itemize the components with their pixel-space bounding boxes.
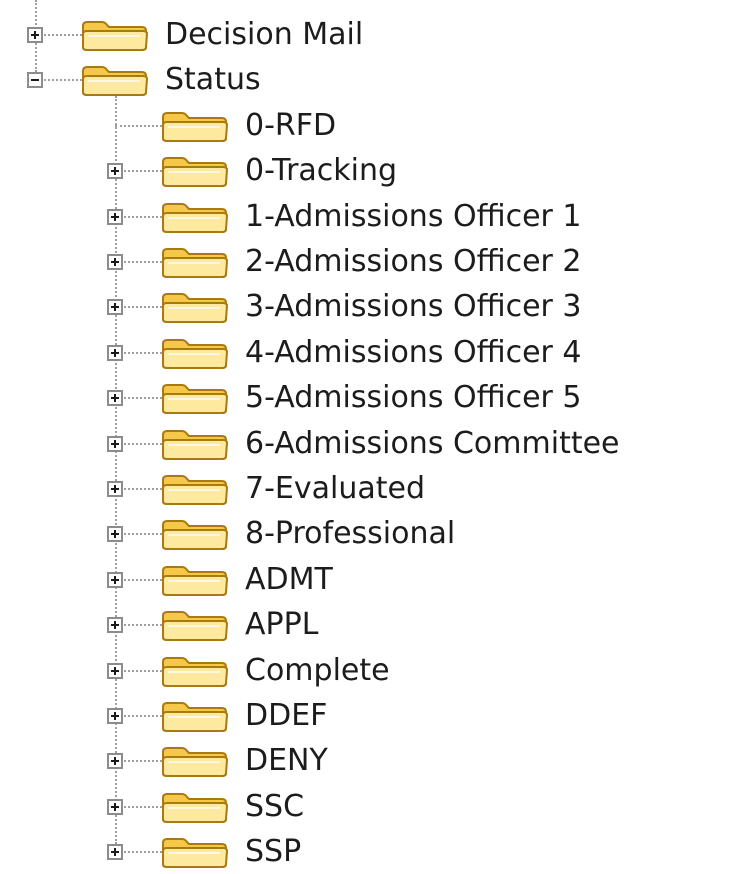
expand-plus-icon[interactable]	[107, 299, 123, 316]
tree-node-label[interactable]: 8-Professional	[245, 512, 455, 556]
tree-node-label[interactable]: Decision Mail	[165, 13, 363, 57]
expand-plus-icon[interactable]	[107, 844, 123, 861]
tree-node-6-admissions-committee[interactable]: 6-Admissions Committee	[0, 422, 738, 466]
folder-tree: Decision Mail Status 0-RFD 0-Tracking 1-Admi…	[0, 0, 738, 869]
tree-node-label[interactable]: Status	[165, 58, 261, 102]
tree-node-label[interactable]: 6-Admissions Committee	[245, 422, 620, 466]
tree-node-0-tracking[interactable]: 0-Tracking	[0, 149, 738, 193]
tree-connector-line	[124, 669, 162, 672]
tree-connector-line	[124, 578, 162, 581]
expand-plus-icon[interactable]	[107, 708, 123, 724]
tree-node-label[interactable]: 5-Admissions Officer 5	[245, 376, 582, 420]
tree-connector-line	[124, 488, 162, 490]
tree-node-1-admissions-officer-1[interactable]: 1-Admissions Officer 1	[0, 195, 738, 239]
tree-node-ddef[interactable]: DDEF	[0, 694, 738, 738]
folder-icon[interactable]	[160, 608, 230, 642]
expand-plus-icon[interactable]	[107, 571, 123, 588]
tree-node-label[interactable]: 3-Admissions Officer 3	[245, 285, 582, 329]
tree-node-ssc[interactable]: SSC	[0, 785, 738, 829]
folder-icon[interactable]	[160, 563, 230, 597]
tree-node-status[interactable]: Status	[0, 58, 738, 102]
expand-plus-icon[interactable]	[107, 163, 123, 180]
tree-node-label[interactable]: 0-Tracking	[245, 149, 397, 193]
tree-node-admt[interactable]: ADMT	[0, 558, 738, 602]
tree-node-label[interactable]: ADMT	[245, 558, 333, 602]
expand-plus-icon[interactable]	[27, 27, 43, 43]
tree-node-3-admissions-officer-3[interactable]: 3-Admissions Officer 3	[0, 285, 738, 329]
tree-node-label[interactable]: APPL	[245, 603, 318, 647]
tree-node-label[interactable]: SSP	[245, 830, 301, 874]
tree-connector-line	[124, 442, 162, 445]
tree-node-5-admissions-officer-5[interactable]: 5-Admissions Officer 5	[0, 376, 738, 420]
folder-icon[interactable]	[160, 654, 230, 688]
tree-node-label[interactable]: 7-Evaluated	[245, 467, 425, 511]
tree-node-label[interactable]: 1-Admissions Officer 1	[245, 195, 582, 239]
tree-node-label[interactable]: DENY	[245, 739, 328, 783]
tree-node-2-admissions-officer-2[interactable]: 2-Admissions Officer 2	[0, 240, 738, 284]
folder-icon[interactable]	[160, 200, 230, 234]
folder-icon[interactable]	[160, 290, 230, 324]
expand-plus-icon[interactable]	[107, 481, 123, 497]
tree-connector-line	[124, 306, 162, 309]
expand-plus-icon[interactable]	[107, 344, 123, 361]
tree-connector-line	[124, 170, 162, 173]
tree-connector-line	[124, 397, 162, 400]
expand-plus-icon[interactable]	[107, 435, 123, 452]
folder-icon[interactable]	[160, 517, 230, 551]
folder-icon[interactable]	[160, 699, 230, 733]
tree-node-decision-mail[interactable]: Decision Mail	[0, 13, 738, 57]
tree-node-label[interactable]: Complete	[245, 649, 390, 693]
expand-plus-icon[interactable]	[107, 753, 123, 770]
tree-connector-line	[44, 79, 82, 82]
tree-node-7-evaluated[interactable]: 7-Evaluated	[0, 467, 738, 511]
folder-icon[interactable]	[160, 336, 230, 370]
tree-node-label[interactable]: SSC	[245, 785, 304, 829]
tree-connector-line	[124, 760, 162, 763]
tree-connector-line	[124, 351, 162, 354]
expand-plus-icon[interactable]	[107, 798, 123, 815]
tree-connector-line	[124, 533, 162, 536]
tree-node-8-professional[interactable]: 8-Professional	[0, 512, 738, 556]
tree-node-deny[interactable]: DENY	[0, 739, 738, 783]
tree-connector-line	[124, 851, 162, 854]
tree-connector-line	[124, 215, 162, 218]
tree-node-label[interactable]: 0-RFD	[245, 104, 336, 148]
tree-node-4-admissions-officer-4[interactable]: 4-Admissions Officer 4	[0, 331, 738, 375]
expand-plus-icon[interactable]	[107, 390, 123, 407]
tree-connector-line	[124, 805, 162, 808]
tree-connector-line	[124, 624, 162, 627]
folder-icon[interactable]	[80, 63, 150, 97]
folder-icon[interactable]	[160, 744, 230, 778]
folder-icon[interactable]	[160, 154, 230, 188]
tree-node-ssp[interactable]: SSP	[0, 830, 738, 874]
tree-connector-line	[124, 261, 162, 263]
tree-connector-line	[124, 715, 162, 717]
tree-connector-line	[44, 34, 82, 36]
tree-node-0-rfd[interactable]: 0-RFD	[0, 104, 738, 148]
expand-plus-icon[interactable]	[107, 662, 123, 679]
folder-icon[interactable]	[160, 427, 230, 461]
expand-plus-icon[interactable]	[107, 208, 123, 225]
folder-icon[interactable]	[160, 835, 230, 869]
folder-icon[interactable]	[160, 109, 230, 143]
tree-node-label[interactable]: DDEF	[245, 694, 327, 738]
collapse-minus-icon[interactable]	[27, 72, 43, 89]
folder-icon[interactable]	[160, 381, 230, 415]
tree-node-complete[interactable]: Complete	[0, 649, 738, 693]
folder-icon[interactable]	[160, 472, 230, 506]
expand-plus-icon[interactable]	[107, 617, 123, 634]
folder-icon[interactable]	[160, 790, 230, 824]
folder-icon[interactable]	[160, 245, 230, 279]
expand-plus-icon[interactable]	[107, 526, 123, 543]
tree-node-appl[interactable]: APPL	[0, 603, 738, 647]
tree-connector-line	[115, 124, 162, 127]
tree-node-label[interactable]: 2-Admissions Officer 2	[245, 240, 582, 284]
folder-icon[interactable]	[80, 18, 150, 52]
expand-plus-icon[interactable]	[107, 254, 123, 270]
tree-node-label[interactable]: 4-Admissions Officer 4	[245, 331, 582, 375]
